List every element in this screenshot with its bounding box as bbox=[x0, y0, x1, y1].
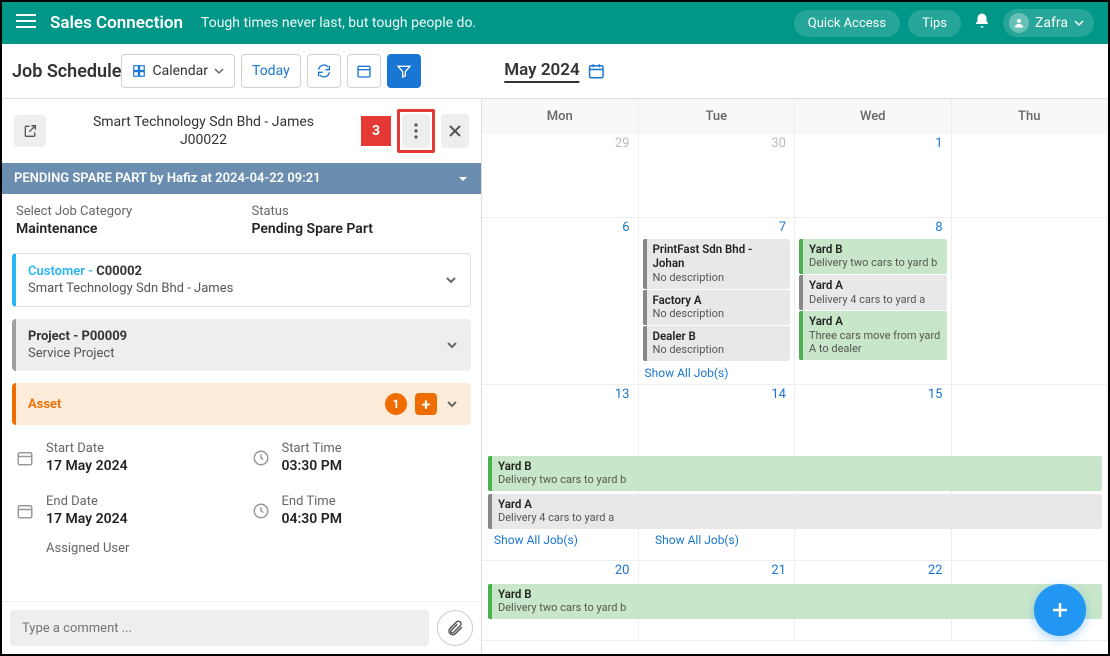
calendar-icon bbox=[16, 449, 34, 467]
refresh-button[interactable] bbox=[307, 54, 341, 88]
calendar-cell[interactable]: 30 bbox=[639, 134, 796, 217]
start-datetime-row: Start Date 17 May 2024 Start Time 03:30 … bbox=[2, 431, 481, 484]
view-actions: Calendar Today bbox=[121, 54, 420, 88]
calendar-event[interactable]: Factory ANo description bbox=[643, 290, 791, 325]
clock-icon bbox=[252, 502, 270, 520]
comment-input[interactable] bbox=[10, 610, 429, 646]
calendar-cell[interactable] bbox=[952, 134, 1109, 217]
calendar-icon-button[interactable] bbox=[347, 54, 381, 88]
app-header: Sales Connection Tough times never last,… bbox=[2, 2, 1108, 44]
status-value: Pending Spare Part bbox=[252, 221, 468, 237]
refresh-icon bbox=[316, 63, 332, 79]
calendar-cell[interactable] bbox=[952, 218, 1109, 384]
calendar-view-button[interactable]: Calendar bbox=[121, 54, 235, 88]
calendar-event-span[interactable]: Yard BDelivery two cars to yard b bbox=[488, 456, 1102, 491]
calendar-grid: Mon Tue Wed Thu 29 30 1 6 7 PrintFast Sd… bbox=[482, 99, 1108, 654]
chevron-down-icon bbox=[1074, 18, 1084, 28]
calendar-cell[interactable]: 1 bbox=[795, 134, 952, 217]
calendar-event[interactable]: Yard AThree cars move from yard A to dea… bbox=[799, 311, 947, 360]
calendar-header: Mon Tue Wed Thu bbox=[482, 99, 1108, 134]
highlight-frame bbox=[397, 109, 435, 153]
category-status-row: Select Job Category Maintenance Status P… bbox=[2, 194, 481, 247]
grid-icon bbox=[132, 64, 146, 78]
user-name: Zafra bbox=[1035, 15, 1068, 31]
calendar-cell[interactable]: 6 bbox=[482, 218, 639, 384]
chevron-down-icon bbox=[444, 273, 458, 287]
calendar-event[interactable]: Yard ADelivery 4 cars to yard a bbox=[799, 275, 947, 310]
project-card[interactable]: Project - P00009 Service Project bbox=[12, 319, 471, 371]
category-value: Maintenance bbox=[16, 221, 232, 237]
asset-count-badge: 1 bbox=[385, 393, 407, 415]
quick-access-button[interactable]: Quick Access bbox=[794, 10, 900, 37]
more-menu-button[interactable] bbox=[402, 114, 430, 148]
calendar-event-span[interactable]: Yard ADelivery 4 cars to yard a bbox=[488, 494, 1102, 529]
day-header: Tue bbox=[639, 99, 796, 134]
calendar-event[interactable]: Yard BDelivery two cars to yard b bbox=[799, 239, 947, 274]
menu-icon[interactable] bbox=[16, 13, 36, 33]
popout-button[interactable] bbox=[14, 115, 46, 147]
show-all-link[interactable]: Show All Job(s) bbox=[641, 364, 733, 382]
tips-button[interactable]: Tips bbox=[908, 10, 961, 37]
comment-bar bbox=[2, 601, 481, 654]
calendar-cell[interactable]: 29 bbox=[482, 134, 639, 217]
caret-down-icon bbox=[457, 173, 469, 185]
chevron-down-icon bbox=[214, 66, 224, 76]
assigned-user-row: Assigned User bbox=[2, 537, 481, 568]
header-actions: Quick Access Tips Zafra bbox=[794, 9, 1094, 37]
main-content: Smart Technology Sdn Bhd - James J00022 … bbox=[2, 99, 1108, 654]
show-all-link[interactable]: Show All Job(s) bbox=[490, 531, 582, 549]
step-callout: 3 bbox=[361, 116, 391, 146]
panel-title: Smart Technology Sdn Bhd - James J00022 bbox=[56, 113, 351, 149]
add-asset-button[interactable]: + bbox=[415, 393, 437, 415]
calendar-picker-icon bbox=[588, 62, 606, 80]
filter-icon bbox=[396, 63, 412, 79]
tagline: Tough times never last, but tough people… bbox=[201, 15, 476, 31]
status-label: Status bbox=[252, 204, 468, 219]
clock-icon bbox=[252, 449, 270, 467]
day-header: Wed bbox=[795, 99, 952, 134]
close-icon bbox=[448, 124, 462, 138]
plus-icon bbox=[1048, 598, 1072, 622]
brand-label: Sales Connection bbox=[50, 13, 183, 33]
status-banner[interactable]: PENDING SPARE PART by Hafiz at 2024-04-2… bbox=[2, 163, 481, 194]
month-selector[interactable]: May 2024 bbox=[504, 60, 605, 83]
user-menu[interactable]: Zafra bbox=[1003, 9, 1094, 37]
calendar-event[interactable]: PrintFast Sdn Bhd - JohanNo description bbox=[643, 239, 791, 289]
calendar-cell[interactable]: 7 PrintFast Sdn Bhd - JohanNo descriptio… bbox=[639, 218, 796, 384]
detail-panel: Smart Technology Sdn Bhd - James J00022 … bbox=[2, 99, 482, 654]
day-header: Mon bbox=[482, 99, 639, 134]
dots-vertical-icon bbox=[414, 123, 418, 139]
bell-icon[interactable] bbox=[973, 12, 991, 34]
attach-button[interactable] bbox=[437, 610, 473, 646]
filter-button[interactable] bbox=[387, 54, 421, 88]
day-header: Thu bbox=[952, 99, 1109, 134]
calendar-cell[interactable]: 8 Yard BDelivery two cars to yard b Yard… bbox=[795, 218, 952, 384]
show-all-link[interactable]: Show All Job(s) bbox=[651, 531, 743, 549]
paperclip-icon bbox=[446, 619, 464, 637]
calendar-icon bbox=[16, 502, 34, 520]
chevron-down-icon bbox=[445, 338, 459, 352]
chevron-down-icon bbox=[445, 397, 459, 411]
category-label: Select Job Category bbox=[16, 204, 232, 219]
today-button[interactable]: Today bbox=[241, 54, 301, 88]
fab-add-button[interactable] bbox=[1034, 584, 1086, 636]
month-label: May 2024 bbox=[504, 60, 579, 83]
close-panel-button[interactable] bbox=[441, 114, 469, 148]
end-datetime-row: End Date 17 May 2024 End Time 04:30 PM bbox=[2, 484, 481, 537]
panel-header: Smart Technology Sdn Bhd - James J00022 … bbox=[2, 99, 481, 163]
page-title: Job Schedule bbox=[12, 61, 121, 82]
toolbar: Job Schedule May 2024 Calendar Today bbox=[2, 44, 1108, 99]
asset-card[interactable]: Asset 1 + bbox=[12, 383, 471, 425]
calendar-icon bbox=[356, 63, 372, 79]
customer-card[interactable]: Customer - C00002 Smart Technology Sdn B… bbox=[12, 253, 471, 307]
calendar-event-span[interactable]: Yard BDelivery two cars to yard b bbox=[488, 584, 1102, 619]
external-link-icon bbox=[22, 123, 38, 139]
calendar-event[interactable]: Dealer BNo description bbox=[643, 326, 791, 361]
avatar-icon bbox=[1009, 13, 1029, 33]
